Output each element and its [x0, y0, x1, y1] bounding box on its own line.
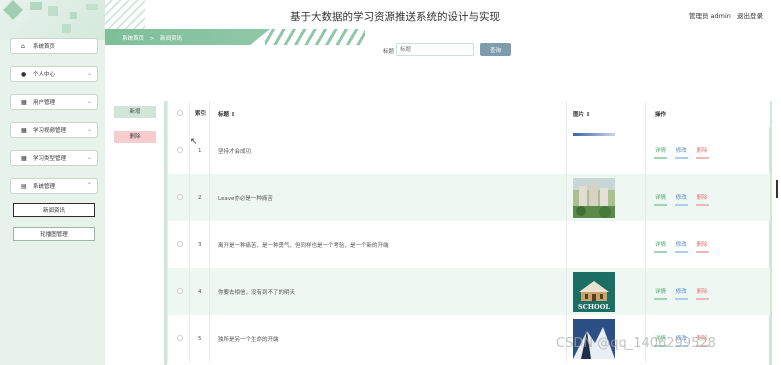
header-decoration: [105, 0, 145, 30]
scroll-handle[interactable]: [776, 180, 778, 198]
row-title: 坚持才会成功: [209, 127, 567, 174]
breadcrumb-decoration: [265, 29, 365, 45]
row-index: 3: [189, 221, 210, 268]
delete-button[interactable]: 删除: [114, 131, 156, 143]
user-icon: ●: [21, 70, 27, 78]
row-operations: 详情 修改 删除: [645, 127, 770, 174]
select-all-checkbox-cell[interactable]: [167, 101, 190, 127]
mouse-cursor-icon: ↖: [190, 137, 198, 147]
detail-button[interactable]: 详情: [653, 146, 668, 159]
logo-corner: [0, 0, 105, 40]
row-checkbox[interactable]: [177, 334, 183, 341]
chevron-down-icon: ⌄: [86, 98, 92, 105]
table-header-row: 索引 标题 ⇕ 图片 ⇕ 操作: [167, 101, 770, 127]
sidebar-item-label: 学习视频管理: [33, 128, 67, 134]
edit-button[interactable]: 修改: [674, 193, 688, 206]
breadcrumb: 系统首页 > 新闻资讯: [105, 29, 270, 45]
edit-button[interactable]: 修改: [674, 240, 688, 253]
remove-button[interactable]: 删除: [695, 146, 709, 159]
current-user: 管理员 admin: [688, 12, 731, 20]
watermark: CSDN @qq_1406299528: [556, 336, 716, 351]
row-checkbox[interactable]: [177, 287, 183, 294]
row-index: 2: [189, 174, 210, 221]
row-image: [566, 221, 646, 268]
select-all-checkbox[interactable]: [177, 110, 183, 116]
breadcrumb-separator: >: [149, 36, 155, 42]
table-row: 1 坚持才会成功 详情 修改 删除: [167, 127, 770, 174]
sidebar-subitem-news[interactable]: 新闻资讯: [13, 203, 95, 217]
logout-link[interactable]: 退出登录: [737, 12, 763, 20]
breadcrumb-home[interactable]: 系统首页: [122, 36, 144, 42]
thumbnail-image: [573, 177, 615, 218]
column-header-operations: 操作: [645, 101, 770, 127]
detail-button[interactable]: 详情: [653, 287, 668, 300]
edit-button[interactable]: 修改: [674, 287, 688, 300]
row-title: 独所是另一个生命的开端: [209, 315, 567, 362]
detail-button[interactable]: 详情: [653, 240, 668, 253]
column-header-image[interactable]: 图片 ⇕: [566, 101, 646, 127]
sidebar-item-label: 个人中心: [33, 72, 56, 78]
row-operations: 详情 修改 删除: [645, 221, 770, 268]
detail-button[interactable]: 详情: [653, 193, 668, 206]
row-title: 你要去相信，没有到不了的明天: [209, 268, 567, 315]
row-image: SCHOOL: [566, 268, 646, 315]
search-input[interactable]: [396, 43, 474, 56]
add-button[interactable]: 新增: [114, 106, 156, 118]
sidebar-item-video-management[interactable]: ▦ 学习视频管理 ⌄: [10, 122, 98, 138]
chevron-down-icon: ⌄: [86, 70, 92, 77]
chevron-down-icon: ⌄: [86, 154, 92, 161]
row-image: [566, 174, 646, 221]
column-header-index: 索引: [189, 101, 210, 127]
row-title: Leave亦必是一种痛苦: [209, 174, 567, 221]
row-operations: 详情 修改 删除: [645, 174, 770, 221]
table-row: 2 Leave亦必是一种痛苦 详情 修改 删除: [167, 174, 770, 221]
row-checkbox[interactable]: [177, 146, 183, 153]
breadcrumb-current: 新闻资讯: [160, 36, 183, 42]
row-index: 4: [189, 268, 210, 315]
grid-icon: ▦: [21, 126, 27, 134]
thumbnail-image: [573, 132, 615, 136]
remove-button[interactable]: 删除: [695, 240, 709, 253]
row-title: 离开是一种痛苦，是一种勇气，但同样也是一个考验，是一个新的开端: [209, 221, 567, 268]
chevron-down-icon: ⌄: [86, 126, 92, 133]
search-label: 标题: [383, 49, 395, 55]
sidebar-item-home[interactable]: ⌂ 系统首页: [10, 38, 98, 54]
row-index: 1: [189, 127, 210, 174]
home-icon: ⌂: [21, 42, 25, 50]
table-row: 3 离开是一种痛苦，是一种勇气，但同样也是一个考验，是一个新的开端 详情 修改 …: [167, 221, 770, 268]
grid-icon: ▦: [21, 98, 27, 106]
remove-button[interactable]: 删除: [695, 287, 709, 300]
search-button[interactable]: 查询: [480, 43, 511, 56]
sidebar-subitem-label: 轮播图管理: [40, 232, 68, 238]
row-index: 5: [189, 315, 210, 362]
row-image: [566, 127, 646, 174]
sidebar-item-system-management[interactable]: ▤ 系统管理 ⌃: [10, 178, 98, 194]
edit-button[interactable]: 修改: [674, 146, 688, 159]
grid-icon: ▦: [21, 154, 27, 162]
sidebar-item-label: 用户管理: [33, 100, 56, 106]
sidebar-item-label: 系统首页: [33, 44, 56, 50]
table-row: 4 你要去相信，没有到不了的明天 SCHOOL 详情 修改 删除: [167, 268, 770, 315]
sidebar-item-type-management[interactable]: ▦ 学习类型管理 ⌄: [10, 150, 98, 166]
remove-button[interactable]: 删除: [695, 193, 709, 206]
sidebar-item-user-management[interactable]: ▦ 用户管理 ⌄: [10, 94, 98, 110]
page-title: 基于大数据的学习资源推送系统的设计与实现: [290, 11, 500, 23]
row-operations: 详情 修改 删除: [645, 268, 770, 315]
sidebar-item-label: 系统管理: [33, 184, 56, 190]
row-checkbox[interactable]: [177, 240, 183, 247]
user-area: 管理员 admin 退出登录: [685, 10, 763, 20]
sidebar-subitem-carousel[interactable]: 轮播图管理: [13, 227, 95, 241]
sidebar-subitem-label: 新闻资讯: [42, 208, 65, 214]
chevron-up-icon: ⌃: [86, 182, 92, 189]
row-checkbox[interactable]: [177, 193, 183, 200]
school-sign-text: SCHOOL: [578, 303, 610, 311]
document-icon: ▤: [21, 182, 27, 190]
sidebar-item-label: 学习类型管理: [33, 156, 67, 162]
news-table: 索引 标题 ⇕ 图片 ⇕ 操作 1 坚持才会成功 详情 修改 删除 2 Leav…: [164, 101, 772, 365]
sidebar-item-personal-center[interactable]: ● 个人中心 ⌄: [10, 66, 98, 82]
column-header-title[interactable]: 标题 ⇕: [209, 101, 567, 127]
thumbnail-image: SCHOOL: [573, 271, 615, 312]
